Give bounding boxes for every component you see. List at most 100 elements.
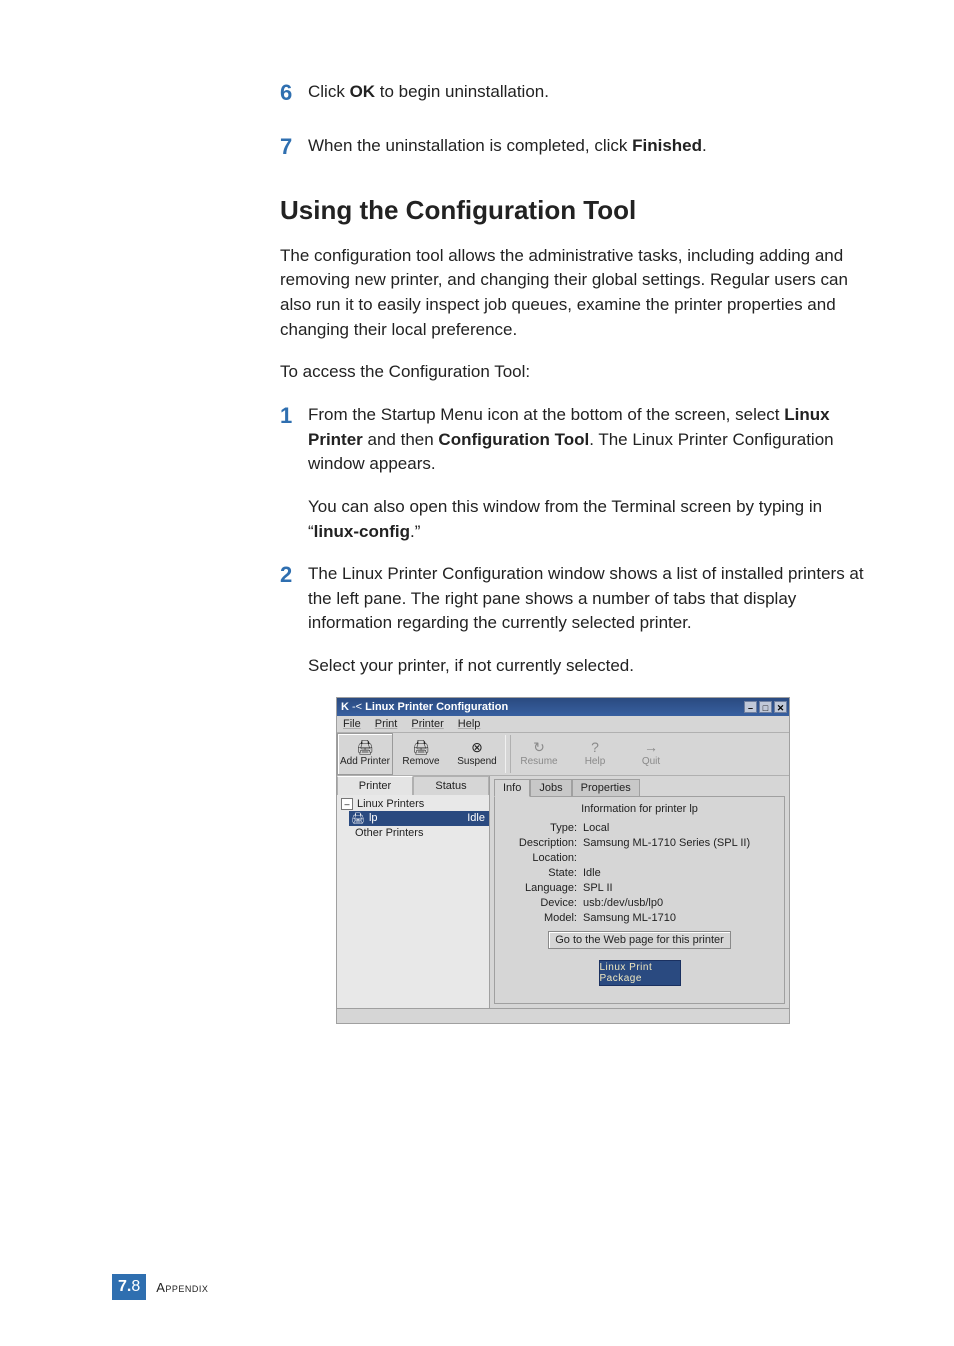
tree-root-other-printers[interactable]: Other Printers [339, 826, 489, 840]
info-description-key: Description: [503, 837, 583, 849]
text: Click [308, 82, 350, 101]
info-language-value: SPL II [583, 882, 776, 894]
text: . [702, 136, 707, 155]
step-text: When the uninstallation is completed, cl… [308, 134, 707, 159]
left-pane-tabs: Printer Status [337, 776, 489, 795]
bold-finished: Finished [632, 136, 702, 155]
section-heading: Using the Configuration Tool [280, 195, 864, 226]
info-state-key: State: [503, 867, 583, 879]
window-title: K -< Linux Printer Configuration [341, 701, 508, 713]
text: to begin uninstallation. [375, 82, 549, 101]
tree-label: Linux Printers [357, 798, 424, 810]
linux-print-package-logo: Linux Print Package [599, 960, 681, 986]
label: Quit [642, 756, 660, 767]
label: Resume [520, 756, 557, 767]
tab-properties[interactable]: Properties [572, 779, 640, 797]
footer-label: Appendix [156, 1280, 208, 1295]
step-1-note: You can also open this window from the T… [308, 495, 864, 544]
info-model-key: Model: [503, 912, 583, 924]
label: Suspend [457, 756, 496, 767]
bold-linux-config: linux-config [314, 522, 410, 541]
tree-item-lp[interactable]: 🖨 lp Idle [349, 811, 489, 826]
menu-help[interactable]: Help [458, 718, 481, 730]
tree-label: lp [369, 812, 378, 824]
printer-tree[interactable]: – Linux Printers 🖨 lp Idle Other Printer… [337, 795, 489, 1008]
label: Remove [402, 756, 439, 767]
text: .” [410, 522, 420, 541]
info-location-key: Location: [503, 852, 583, 864]
title-text: Linux Printer Configuration [365, 701, 508, 713]
label: Help [585, 756, 606, 767]
step-text: The Linux Printer Configuration window s… [308, 562, 864, 636]
window-titlebar[interactable]: K -< Linux Printer Configuration – □ ✕ [337, 698, 789, 716]
tree-status: Idle [467, 812, 485, 824]
linux-printer-config-window: K -< Linux Printer Configuration – □ ✕ F… [336, 697, 790, 1024]
access-paragraph: To access the Configuration Tool: [280, 360, 864, 385]
go-to-web-page-button[interactable]: Go to the Web page for this printer [548, 931, 731, 949]
printer-icon: 🖨 [351, 812, 365, 825]
tree-label: Other Printers [355, 827, 423, 839]
tab-status[interactable]: Status [413, 776, 489, 795]
step-number: 2 [280, 562, 308, 588]
minimize-button[interactable]: – [744, 701, 757, 713]
content-area: Printer Status – Linux Printers 🖨 lp Idl… [337, 776, 789, 1008]
tab-jobs[interactable]: Jobs [530, 779, 571, 797]
step-7: 7 When the uninstallation is completed, … [280, 134, 864, 160]
info-type-key: Type: [503, 822, 583, 834]
text: From the Startup Menu icon at the bottom… [308, 405, 784, 424]
bold-ok: OK [350, 82, 376, 101]
help-icon: ? [591, 740, 599, 754]
quit-icon: → [644, 740, 658, 754]
label: Add Printer [340, 756, 390, 767]
play-icon: ↻ [533, 740, 545, 754]
step-1: 1 From the Startup Menu icon at the bott… [280, 403, 864, 477]
page: 6 Click OK to begin uninstallation. 7 Wh… [0, 0, 954, 1346]
step-number: 7 [280, 134, 308, 160]
right-pane: Info Jobs Properties Information for pri… [490, 776, 789, 1008]
remove-button[interactable]: 🖨 Remove [393, 733, 449, 775]
maximize-button[interactable]: □ [759, 701, 772, 713]
suspend-button[interactable]: ⊗ Suspend [449, 733, 505, 775]
text: When the uninstallation is completed, cl… [308, 136, 632, 155]
resume-button[interactable]: ↻ Resume [511, 733, 567, 775]
menu-file[interactable]: File [343, 718, 361, 730]
printer-remove-icon: 🖨 [412, 740, 430, 754]
page-number: 8 [131, 1278, 140, 1295]
add-printer-button[interactable]: 🖨 Add Printer [337, 733, 393, 775]
info-device-key: Device: [503, 897, 583, 909]
logo-text: Linux Print Package [600, 962, 680, 984]
quit-button[interactable]: → Quit [623, 733, 679, 775]
step-number: 1 [280, 403, 308, 429]
info-title: Information for printer lp [503, 803, 776, 819]
toolbar-group-right: ↻ Resume ? Help → Quit [511, 733, 679, 775]
toolbar: 🖨 Add Printer 🖨 Remove ⊗ Suspend ↻ Resum… [337, 733, 789, 776]
info-state-value: Idle [583, 867, 776, 879]
window-buttons: – □ ✕ [744, 701, 787, 713]
bold-configuration-tool: Configuration Tool [438, 430, 589, 449]
menu-print[interactable]: Print [375, 718, 398, 730]
tree-root-linux-printers[interactable]: – Linux Printers [339, 797, 489, 811]
window-statusbar [337, 1008, 789, 1023]
info-location-value [583, 852, 776, 864]
info-grid: Type: Local Description: Samsung ML-1710… [503, 822, 776, 924]
tab-printer[interactable]: Printer [337, 776, 413, 795]
help-button[interactable]: ? Help [567, 733, 623, 775]
text: and then [363, 430, 439, 449]
step-number: 6 [280, 80, 308, 106]
step-2: 2 The Linux Printer Configuration window… [280, 562, 864, 636]
step-text: Click OK to begin uninstallation. [308, 80, 549, 105]
info-model-value: Samsung ML-1710 [583, 912, 776, 924]
tab-info[interactable]: Info [494, 779, 530, 797]
right-pane-tabs: Info Jobs Properties [494, 778, 785, 796]
title-prefix: K [341, 701, 349, 713]
tree-collapse-icon[interactable]: – [341, 798, 353, 810]
menu-printer[interactable]: Printer [411, 718, 443, 730]
info-type-value: Local [583, 822, 776, 834]
info-panel: Information for printer lp Type: Local D… [494, 796, 785, 1004]
intro-paragraph: The configuration tool allows the admini… [280, 244, 864, 343]
close-button[interactable]: ✕ [774, 701, 787, 713]
printer-add-icon: 🖨 [356, 740, 374, 754]
step-2-note: Select your printer, if not currently se… [308, 654, 864, 679]
left-pane: Printer Status – Linux Printers 🖨 lp Idl… [337, 776, 490, 1008]
pause-icon: ⊗ [471, 740, 483, 754]
